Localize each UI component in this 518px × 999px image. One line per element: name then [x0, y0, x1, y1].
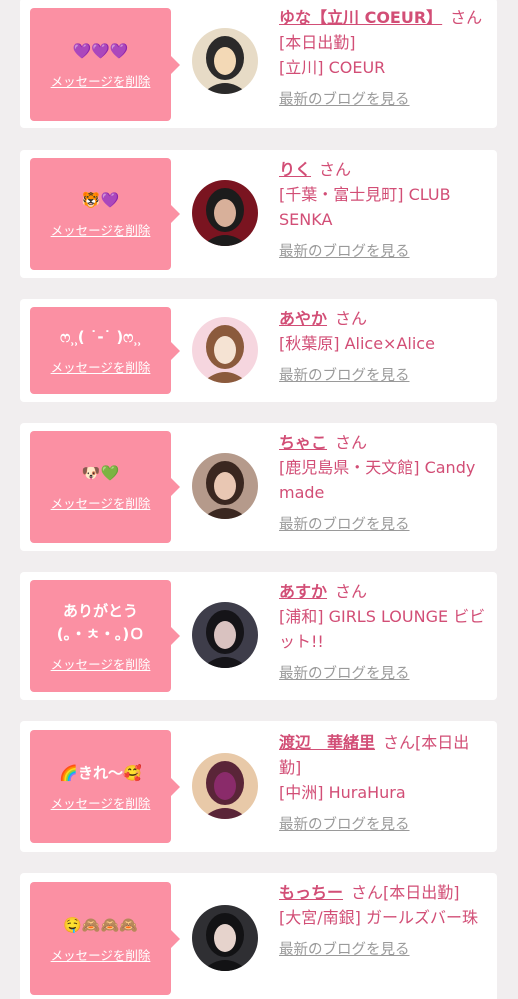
attendance-status: [本日出勤]	[279, 33, 356, 52]
message-bubble: 💜💜💜 メッセージを削除	[30, 8, 180, 121]
favorite-card: 🤤🙈🙈🙈 メッセージを削除 もっちー さん[本日出勤] [大宮/南銀] ガールズバ…	[20, 873, 497, 999]
favorites-list: 💜💜💜 メッセージを削除 ゆな【立川 COEUR】 さん[本日出勤] [立川] C…	[0, 0, 518, 999]
avatar[interactable]	[192, 180, 258, 246]
latest-blog-link[interactable]: 最新のブログを見る	[279, 88, 410, 113]
message-bubble: 🤤🙈🙈🙈 メッセージを削除	[30, 882, 180, 995]
girl-info: りく さん [千葉・富士見町] CLUB SENKA 最新のブログを見る	[279, 157, 489, 265]
avatar-photo	[192, 905, 258, 971]
shop-name: [大宮/南銀] ガールズバー珠	[279, 908, 478, 927]
honorific: さん	[335, 582, 368, 601]
message-text: 🐯💜	[81, 191, 120, 209]
girl-name-link[interactable]: ちゃこ	[279, 433, 327, 452]
message-bubble: 🐶💚 メッセージを削除	[30, 431, 180, 543]
message-text: 🌈きれ〜🥰	[59, 763, 142, 782]
avatar-photo	[192, 753, 258, 819]
honorific: さん	[383, 733, 416, 752]
honorific: さん	[319, 160, 352, 179]
girl-name-link[interactable]: ゆな【立川 COEUR】	[279, 8, 442, 27]
delete-message-link[interactable]: メッセージを削除	[51, 71, 151, 90]
latest-blog-link[interactable]: 最新のブログを見る	[279, 813, 410, 838]
girl-info: もっちー さん[本日出勤] [大宮/南銀] ガールズバー珠 最新のブログを見る	[279, 880, 489, 963]
shop-name: [千葉・富士見町] CLUB SENKA	[279, 185, 451, 229]
girl-name-link[interactable]: 渡辺 華緒里	[279, 733, 375, 752]
latest-blog-link[interactable]: 最新のブログを見る	[279, 240, 410, 265]
latest-blog-link[interactable]: 最新のブログを見る	[279, 938, 410, 963]
favorite-card: ෆ⸒⸒( ˙-˙ )ෆ⸒⸒ メッセージを削除 あやか さん [秋葉原] Alice…	[20, 299, 497, 402]
latest-blog-link[interactable]: 最新のブログを見る	[279, 364, 410, 389]
message-bubble: 🌈きれ〜🥰 メッセージを削除	[30, 730, 180, 843]
avatar[interactable]	[192, 317, 258, 383]
latest-blog-link[interactable]: 最新のブログを見る	[279, 513, 410, 538]
favorite-card: 🐶💚 メッセージを削除 ちゃこ さん [鹿児島県・天文館] Candy made …	[20, 423, 497, 551]
girl-info: ちゃこ さん [鹿児島県・天文館] Candy made 最新のブログを見る	[279, 430, 489, 538]
honorific: さん	[335, 433, 368, 452]
avatar-photo	[192, 180, 258, 246]
delete-message-link[interactable]: メッセージを削除	[51, 220, 151, 239]
favorite-card: 💜💜💜 メッセージを削除 ゆな【立川 COEUR】 さん [本日出勤] [立川] C…	[20, 0, 497, 128]
girl-info: 渡辺 華緒里 さん[本日出勤] [中洲] HuraHura 最新のブログを見る	[279, 730, 489, 838]
message-bubble: ෆ⸒⸒( ˙-˙ )ෆ⸒⸒ メッセージを削除	[30, 307, 180, 394]
honorific: さん	[450, 8, 483, 27]
girl-name-link[interactable]: もっちー	[279, 883, 343, 902]
favorite-card: 🌈きれ〜🥰 メッセージを削除 渡辺 華緒里 さん[本日出勤] [中洲] HuraH…	[20, 721, 497, 852]
delete-message-link[interactable]: メッセージを削除	[51, 945, 151, 964]
message-bubble: ありがとう (｡・ㅊ・｡)Ｏ メッセージを削除	[30, 580, 180, 692]
avatar-photo	[192, 602, 258, 668]
avatar[interactable]	[192, 453, 258, 519]
shop-name: [中洲] HuraHura	[279, 783, 406, 802]
favorite-card: 🐯💜 メッセージを削除 りく さん [千葉・富士見町] CLUB SENKA 最新…	[20, 150, 497, 278]
message-text: ෆ⸒⸒( ˙-˙ )ෆ⸒⸒	[60, 327, 141, 346]
girl-name-link[interactable]: りく	[279, 160, 311, 179]
delete-message-link[interactable]: メッセージを削除	[51, 793, 151, 812]
message-text: ありがとう (｡・ㅊ・｡)Ｏ	[56, 601, 145, 643]
message-text: 🤤🙈🙈🙈	[63, 915, 138, 934]
shop-name: [鹿児島県・天文館] Candy made	[279, 458, 476, 502]
girl-name-link[interactable]: あすか	[279, 582, 327, 601]
message-bubble: 🐯💜 メッセージを削除	[30, 158, 180, 270]
latest-blog-link[interactable]: 最新のブログを見る	[279, 662, 410, 687]
girl-info: あすか さん [浦和] GIRLS LOUNGE ビビット!! 最新のブログを見る	[279, 579, 489, 687]
girl-info: あやか さん [秋葉原] Alice×Alice 最新のブログを見る	[279, 306, 489, 389]
message-text: 💜💜💜	[72, 41, 129, 60]
honorific: さん	[335, 309, 368, 328]
shop-name: [立川] COEUR	[279, 58, 386, 77]
avatar[interactable]	[192, 753, 258, 819]
delete-message-link[interactable]: メッセージを削除	[51, 654, 151, 673]
avatar-photo	[192, 317, 258, 383]
delete-message-link[interactable]: メッセージを削除	[51, 493, 151, 512]
avatar[interactable]	[192, 602, 258, 668]
attendance-status: [本日出勤]	[383, 883, 460, 902]
shop-name: [秋葉原] Alice×Alice	[279, 334, 435, 353]
girl-name-link[interactable]: あやか	[279, 309, 327, 328]
girl-info: ゆな【立川 COEUR】 さん [本日出勤] [立川] COEUR 最新のブログを見…	[279, 5, 489, 113]
avatar[interactable]	[192, 28, 258, 94]
shop-name: [浦和] GIRLS LOUNGE ビビット!!	[279, 607, 486, 651]
avatar-photo	[192, 453, 258, 519]
favorite-card: ありがとう (｡・ㅊ・｡)Ｏ メッセージを削除 あすか さん [浦和] GIRLS…	[20, 572, 497, 700]
message-text: 🐶💚	[81, 464, 120, 482]
avatar[interactable]	[192, 905, 258, 971]
delete-message-link[interactable]: メッセージを削除	[51, 357, 151, 376]
honorific: さん	[351, 883, 384, 902]
avatar-photo	[192, 28, 258, 94]
